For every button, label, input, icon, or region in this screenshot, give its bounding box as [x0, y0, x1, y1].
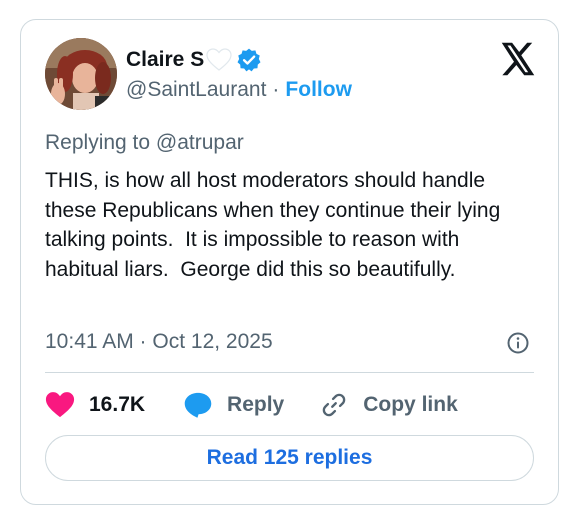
- copy-link-button[interactable]: Copy link: [319, 391, 458, 419]
- like-count: 16.7K: [89, 393, 146, 416]
- reply-mention-link[interactable]: @atrupar: [156, 131, 244, 154]
- tweet-text: THIS, is how all host moderators should …: [45, 169, 507, 281]
- author-name-row: Claire S: [126, 46, 262, 74]
- reply-bubble-icon: [183, 391, 213, 419]
- reply-label: Reply: [227, 393, 285, 416]
- divider: [45, 372, 534, 373]
- reply-button[interactable]: Reply: [183, 391, 284, 419]
- like-button[interactable]: 16.7K: [45, 391, 145, 419]
- link-icon: [319, 391, 349, 419]
- follow-button[interactable]: Follow: [285, 78, 352, 102]
- replying-prefix: Replying to: [45, 131, 156, 154]
- author-handle[interactable]: @SaintLaurant: [126, 78, 266, 102]
- info-icon[interactable]: [506, 331, 530, 355]
- tweet-timestamp[interactable]: 10:41 AM · Oct 12, 2025: [45, 330, 273, 354]
- avatar-image: [45, 38, 117, 110]
- author-name[interactable]: Claire S: [126, 48, 204, 72]
- read-replies-button[interactable]: Read 125 replies: [45, 435, 534, 481]
- verified-badge-icon: [236, 47, 262, 73]
- author-handle-row: @SaintLaurant · Follow: [126, 78, 352, 102]
- white-heart-icon: [206, 48, 232, 72]
- avatar[interactable]: [45, 38, 117, 110]
- heart-icon: [45, 391, 75, 419]
- copy-link-label: Copy link: [363, 393, 458, 416]
- tweet-card: Claire S @SaintLaurant · Follow Replying…: [20, 19, 559, 505]
- separator-dot: ·: [272, 78, 280, 101]
- action-bar: 16.7K Reply Copy link: [45, 390, 458, 420]
- x-logo-icon[interactable]: [500, 42, 536, 76]
- replying-to: Replying to @atrupar: [45, 131, 244, 155]
